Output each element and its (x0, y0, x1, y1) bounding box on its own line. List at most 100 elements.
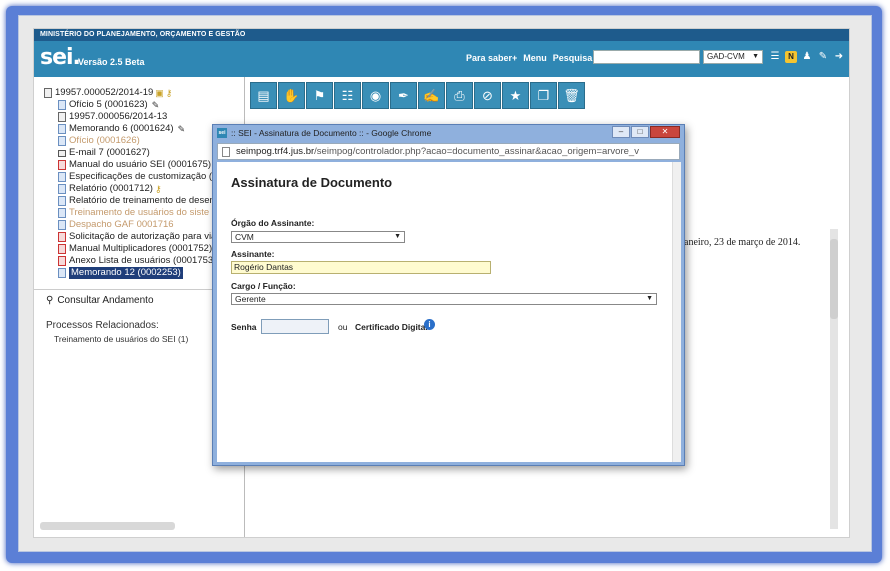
window-title: :: SEI - Assinatura de Documento :: - Go… (231, 128, 432, 138)
signature-form: Assinatura de Documento Órgão do Assinan… (217, 162, 672, 462)
url-bar[interactable]: seimpog.trf4.jus.br/seimpog/controlador.… (217, 143, 680, 160)
assinante-label: Assinante: (231, 249, 275, 259)
toolbar-button-star-icon[interactable]: ★ (502, 82, 529, 109)
tree-item-label: Memorando 6 (0001624) (69, 123, 174, 134)
pdf-icon (58, 160, 66, 170)
tree-item-label: Ofício (0001626) (69, 135, 140, 146)
toolbar-button-copy-icon[interactable]: ❐ (530, 82, 557, 109)
sei-logo[interactable]: sei. (40, 45, 81, 70)
document-icon (58, 268, 66, 278)
related-processes-title: Processos Relacionados: (46, 320, 159, 331)
chevron-down-icon: ▼ (646, 295, 653, 302)
cargo-select-value: Gerente (235, 294, 266, 304)
tree-item-label: Ofício 5 (0001623) (69, 99, 148, 110)
user-icon[interactable]: ♟ (801, 51, 813, 63)
version-label: Versão 2.5 Beta (78, 57, 145, 67)
cargo-select[interactable]: Gerente ▼ (231, 293, 657, 305)
toolbar-button-trash-icon[interactable]: 🗑 (558, 82, 585, 109)
document-icon (58, 172, 66, 182)
toolbar-button-people-icon[interactable]: ⚑ (306, 82, 333, 109)
document-icon (58, 124, 66, 134)
key-icon[interactable]: ⚷ (166, 87, 173, 99)
vertical-scrollbar[interactable] (830, 229, 838, 529)
chevron-down-icon: ▼ (752, 53, 759, 60)
cargo-label: Cargo / Função: (231, 281, 296, 291)
tree-item-label: Despacho GAF 0001716 (69, 219, 174, 230)
related-process-item[interactable]: Treinamento de usuários do SEI (1) (54, 334, 188, 344)
document-toolbar: ▤ ✋ ⚑ ☷ ◉ ✒ ✍ ⎙ ⊘ ★ ❐ 🗑 (250, 82, 585, 109)
assinante-field[interactable]: Rogério Dantas (231, 261, 491, 274)
link-para-saber[interactable]: Para saber+ (466, 53, 517, 63)
document-icon (58, 220, 66, 230)
password-field[interactable] (261, 319, 329, 334)
toolbar-button-approve-icon[interactable]: ✋ (278, 82, 305, 109)
horizontal-scrollbar[interactable] (40, 522, 175, 530)
magnifier-icon: ⚲ (46, 295, 54, 306)
pdf-icon (58, 244, 66, 254)
email-icon (58, 149, 66, 157)
tree-item-label: Relatório de treinamento de desen (69, 195, 215, 206)
document-icon (58, 100, 66, 110)
ministry-strip: MINISTÉRIO DO PLANEJAMENTO, ORÇAMENTO E … (34, 29, 849, 41)
orgao-select[interactable]: CVM ▼ (231, 231, 405, 243)
tree-item-label: Manual do usuário SEI (0001675) (69, 159, 212, 170)
maximize-button[interactable]: □ (631, 126, 649, 138)
tree-item-label: Especificações de customização (0 (69, 171, 218, 182)
tree-item[interactable]: 19957.000056/2014-13 (44, 111, 244, 123)
page-icon (222, 147, 230, 157)
senha-label: Senha (231, 322, 257, 332)
tree-item[interactable]: Ofício 5 (0001623) ✎ (44, 99, 244, 111)
document-icon (58, 208, 66, 218)
toolbar-button-new-doc-icon[interactable]: ▤ (250, 82, 277, 109)
header-icons: ☰ N ♟ ✎ ➜ (769, 51, 845, 63)
link-menu[interactable]: Menu (523, 53, 547, 63)
toolbar-button-list-icon[interactable]: ☷ (334, 82, 361, 109)
modal-scrollbar[interactable] (672, 162, 681, 462)
list-icon[interactable]: ☰ (769, 51, 781, 63)
search-input[interactable] (593, 50, 700, 64)
minimize-button[interactable]: – (612, 126, 630, 138)
scrollbar-thumb[interactable] (830, 239, 838, 319)
key-icon[interactable]: ⚷ (155, 183, 162, 195)
orgao-label: Órgão do Assinante: (231, 218, 315, 228)
pdf-icon (58, 256, 66, 266)
tree-item-label: 19957.000056/2014-13 (69, 111, 168, 122)
tree-root-label: 19957.000052/2014-19 (55, 87, 154, 98)
link-pesquisa[interactable]: Pesquisa (553, 53, 593, 63)
notification-icon[interactable]: N (785, 51, 797, 63)
consult-label: Consultar Andamento (57, 295, 154, 306)
process-icon (58, 112, 66, 122)
toolbar-button-print-icon[interactable]: ⎙ (446, 82, 473, 109)
signature-window: sei :: SEI - Assinatura de Documento :: … (212, 124, 685, 466)
tools-icon[interactable]: ✎ (817, 51, 829, 63)
certificate-link[interactable]: Certificado Digital (355, 322, 428, 332)
sei-favicon-icon: sei (217, 128, 227, 138)
document-icon (58, 184, 66, 194)
tree-item-label: Anexo Lista de usuários (0001753 (69, 255, 214, 266)
exit-icon[interactable]: ➜ (833, 51, 845, 63)
nav-links: Para saber+ Menu Pesquisa (466, 53, 592, 63)
toolbar-button-cancel-icon[interactable]: ⊘ (474, 82, 501, 109)
document-icon (58, 136, 66, 146)
tree-item-label: Solicitação de autorização para via (69, 231, 217, 242)
toolbar-button-edit-icon[interactable]: ✍ (418, 82, 445, 109)
close-button[interactable]: ✕ (650, 126, 680, 138)
url-path: /seimpog/controlador.php?acao=documento_… (314, 146, 639, 157)
info-icon[interactable]: i (424, 319, 435, 330)
tree-item-label: Relatório (0001712) (69, 183, 153, 194)
tree-item-label: E-mail 7 (0001627) (69, 147, 150, 158)
toolbar-button-sign-icon[interactable]: ✒ (390, 82, 417, 109)
pen-icon[interactable]: ✎ (152, 99, 160, 111)
pen-icon[interactable]: ✎ (178, 123, 186, 135)
tree-item-label: Treinamento de usuários do siste (69, 207, 210, 218)
tree-item-label: Manual Multiplicadores (0001752) (69, 243, 213, 254)
unit-select[interactable]: GAD-CVM ▼ (703, 50, 763, 64)
consult-andamento-link[interactable]: ⚲ Consultar Andamento (46, 295, 154, 306)
or-label: ou (338, 322, 348, 332)
form-heading: Assinatura de Documento (231, 175, 393, 190)
tree-root[interactable]: 19957.000052/2014-19 ▣ ⚷ (44, 87, 244, 99)
bookmark-icon[interactable]: ▣ (155, 87, 164, 99)
toolbar-button-globe-icon[interactable]: ◉ (362, 82, 389, 109)
orgao-select-value: CVM (235, 232, 254, 242)
url-host: seimpog.trf4.jus.br (236, 146, 315, 157)
